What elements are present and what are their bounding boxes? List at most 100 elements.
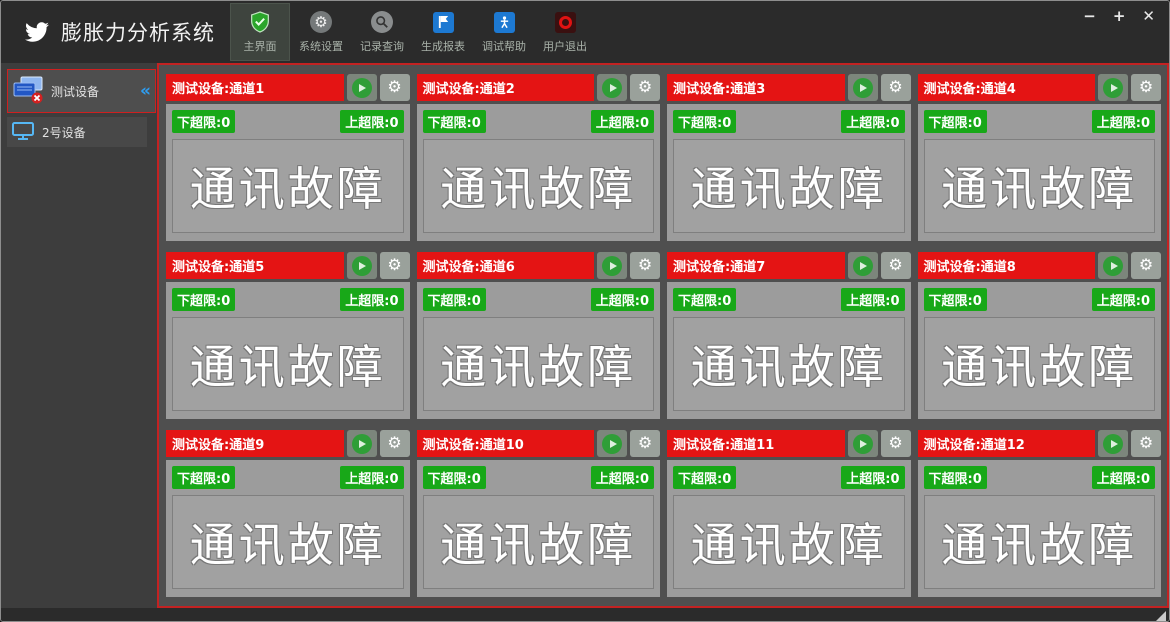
status-text: 通讯故障 xyxy=(440,518,637,572)
limit-badges: 下超限:0 上超限:0 xyxy=(923,466,1155,489)
limit-badges: 下超限:0 上超限:0 xyxy=(923,288,1155,311)
channel-card: 测试设备:通道3 ⚙ 下超限:0 上超限:0 通讯故障 xyxy=(667,74,911,241)
channel-card-body: 下超限:0 上超限:0 通讯故障 xyxy=(416,104,660,241)
status-panel: 通讯故障 xyxy=(422,139,654,233)
channel-card: 测试设备:通道12 ⚙ 下超限:0 上超限:0 通讯故障 xyxy=(917,430,1161,597)
play-icon xyxy=(852,433,873,454)
channel-settings-button[interactable]: ⚙ xyxy=(880,74,911,101)
status-panel: 通讯故障 xyxy=(172,317,404,411)
collapse-sidebar-icon[interactable]: « xyxy=(140,81,151,101)
toolbar: 主界面 ⚙ 系统设置 记录查询 生成报表 调试帮助 用户退出 xyxy=(230,3,594,61)
lower-limit-badge: 下超限:0 xyxy=(422,110,486,133)
channel-card: 测试设备:通道1 ⚙ 下超限:0 上超限:0 通讯故障 xyxy=(166,74,410,241)
limit-badges: 下超限:0 上超限:0 xyxy=(673,110,905,133)
status-panel: 通讯故障 xyxy=(172,495,404,589)
status-text: 通讯故障 xyxy=(440,162,637,216)
status-text: 通讯故障 xyxy=(941,162,1138,216)
window-controls: − + ✕ xyxy=(1083,9,1155,24)
gear-icon: ⚙ xyxy=(387,434,402,452)
sidebar-item-test-device[interactable]: 测试设备 « xyxy=(7,69,156,113)
channel-card: 测试设备:通道4 ⚙ 下超限:0 上超限:0 通讯故障 xyxy=(917,74,1161,241)
channel-settings-button[interactable]: ⚙ xyxy=(880,430,911,457)
status-text: 通讯故障 xyxy=(690,340,887,394)
channel-settings-button[interactable]: ⚙ xyxy=(880,252,911,279)
minimize-button[interactable]: − xyxy=(1083,9,1096,24)
start-button[interactable] xyxy=(346,252,377,279)
start-button[interactable] xyxy=(847,252,878,279)
gear-icon: ⚙ xyxy=(309,10,333,34)
resize-grip[interactable] xyxy=(1156,611,1166,621)
channel-card: 测试设备:通道6 ⚙ 下超限:0 上超限:0 通讯故障 xyxy=(416,252,660,419)
report-flag-icon xyxy=(431,10,455,34)
channel-settings-button[interactable]: ⚙ xyxy=(630,252,660,279)
maximize-button[interactable]: + xyxy=(1113,9,1126,24)
gear-icon: ⚙ xyxy=(888,256,903,274)
channel-settings-button[interactable]: ⚙ xyxy=(1131,74,1161,101)
channel-card-header: 测试设备:通道7 ⚙ xyxy=(667,252,911,279)
start-button[interactable] xyxy=(1098,252,1128,279)
status-text: 通讯故障 xyxy=(941,340,1138,394)
channel-settings-button[interactable]: ⚙ xyxy=(379,252,410,279)
close-button[interactable]: ✕ xyxy=(1142,9,1155,24)
channel-settings-button[interactable]: ⚙ xyxy=(1131,430,1161,457)
gear-icon: ⚙ xyxy=(1138,78,1154,96)
toolbar-button-exit[interactable]: 用户退出 xyxy=(536,4,594,60)
upper-limit-badge: 上超限:0 xyxy=(1091,110,1155,133)
channel-settings-button[interactable]: ⚙ xyxy=(630,74,660,101)
channel-card-header: 测试设备:通道11 ⚙ xyxy=(667,430,911,457)
channel-title: 测试设备:通道8 xyxy=(917,252,1095,279)
status-text: 通讯故障 xyxy=(189,162,386,216)
start-button[interactable] xyxy=(847,74,878,101)
channel-card-body: 下超限:0 上超限:0 通讯故障 xyxy=(166,282,410,419)
channel-card-header: 测试设备:通道10 ⚙ xyxy=(416,430,660,457)
channel-card-header: 测试设备:通道4 ⚙ xyxy=(917,74,1161,101)
start-button[interactable] xyxy=(597,252,627,279)
toolbar-button-settings[interactable]: ⚙ 系统设置 xyxy=(292,4,350,60)
channel-settings-button[interactable]: ⚙ xyxy=(379,430,410,457)
start-button[interactable] xyxy=(1098,74,1128,101)
status-text: 通讯故障 xyxy=(690,518,887,572)
upper-limit-badge: 上超限:0 xyxy=(340,110,404,133)
limit-badges: 下超限:0 上超限:0 xyxy=(673,466,905,489)
start-button[interactable] xyxy=(847,430,878,457)
toolbar-button-label: 主界面 xyxy=(243,41,277,53)
titlebar: 膨胀力分析系统 主界面 ⚙ 系统设置 记录查询 生成报表 调试帮助 用户退出 −… xyxy=(1,1,1169,63)
play-icon xyxy=(852,255,873,276)
start-button[interactable] xyxy=(346,430,377,457)
toolbar-button-records[interactable]: 记录查询 xyxy=(353,4,411,60)
status-text: 通讯故障 xyxy=(189,340,386,394)
channel-card-body: 下超限:0 上超限:0 通讯故障 xyxy=(917,460,1161,597)
start-button[interactable] xyxy=(597,74,627,101)
gear-icon: ⚙ xyxy=(637,256,653,274)
channel-grid: 测试设备:通道1 ⚙ 下超限:0 上超限:0 通讯故障 测试设备:通道2 ⚙ 下… xyxy=(159,65,1167,606)
toolbar-button-help[interactable]: 调试帮助 xyxy=(475,4,533,60)
limit-badges: 下超限:0 上超限:0 xyxy=(673,288,905,311)
channel-card: 测试设备:通道10 ⚙ 下超限:0 上超限:0 通讯故障 xyxy=(416,430,660,597)
channel-settings-button[interactable]: ⚙ xyxy=(379,74,410,101)
status-panel: 通讯故障 xyxy=(923,317,1155,411)
channel-card-header: 测试设备:通道3 ⚙ xyxy=(667,74,911,101)
limit-badges: 下超限:0 上超限:0 xyxy=(172,466,404,489)
upper-limit-badge: 上超限:0 xyxy=(1091,288,1155,311)
channel-title: 测试设备:通道7 xyxy=(667,252,845,279)
start-button[interactable] xyxy=(346,74,377,101)
status-text: 通讯故障 xyxy=(690,162,887,216)
monitor-icon xyxy=(11,121,35,144)
start-button[interactable] xyxy=(597,430,627,457)
upper-limit-badge: 上超限:0 xyxy=(841,288,905,311)
lower-limit-badge: 下超限:0 xyxy=(673,110,737,133)
channel-settings-button[interactable]: ⚙ xyxy=(1131,252,1161,279)
toolbar-button-report[interactable]: 生成报表 xyxy=(414,4,472,60)
status-panel: 通讯故障 xyxy=(422,495,654,589)
upper-limit-badge: 上超限:0 xyxy=(590,466,654,489)
channel-card: 测试设备:通道8 ⚙ 下超限:0 上超限:0 通讯故障 xyxy=(917,252,1161,419)
lower-limit-badge: 下超限:0 xyxy=(923,110,987,133)
status-panel: 通讯故障 xyxy=(422,317,654,411)
start-button[interactable] xyxy=(1098,430,1128,457)
upper-limit-badge: 上超限:0 xyxy=(590,110,654,133)
channel-settings-button[interactable]: ⚙ xyxy=(630,430,660,457)
channel-title: 测试设备:通道4 xyxy=(917,74,1095,101)
gear-icon: ⚙ xyxy=(387,256,402,274)
toolbar-button-main[interactable]: 主界面 xyxy=(230,3,290,61)
sidebar-item-device-2[interactable]: 2号设备 xyxy=(7,117,147,147)
